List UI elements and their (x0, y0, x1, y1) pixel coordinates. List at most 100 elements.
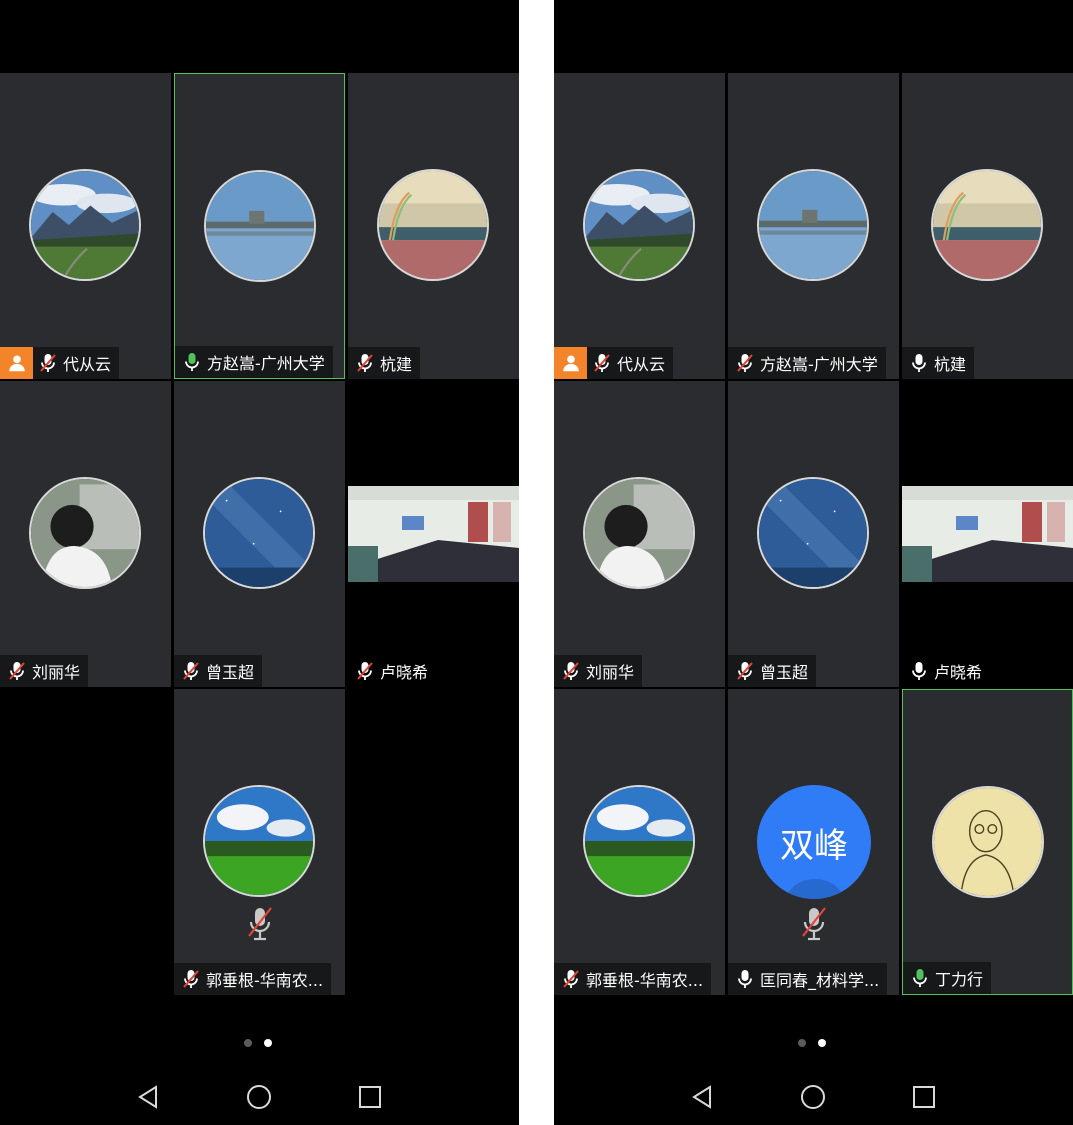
participant-label: 方赵嵩-广州大学 (175, 346, 333, 378)
participant-name: 方赵嵩-广州大学 (207, 354, 325, 373)
participant-label: 卢晓希 (902, 655, 990, 687)
participant-name: 郭垂根-华南农... (586, 971, 704, 990)
participant-tile[interactable]: 刘丽华 (0, 381, 171, 687)
mic-muted-icon (733, 351, 757, 375)
mountain-meadow-avatar (29, 169, 141, 281)
participant-tile[interactable]: 刘丽华 (554, 381, 725, 687)
back-icon[interactable] (134, 1083, 162, 1111)
participant-tile[interactable]: 郭垂根-华南农... (554, 689, 725, 995)
participant-name: 代从云 (617, 355, 666, 374)
participant-tile[interactable]: 卢晓希 (348, 381, 519, 687)
mountain-meadow-avatar (583, 169, 695, 281)
participant-label: 刘丽华 (0, 655, 89, 687)
participant-name: 杭建 (934, 355, 967, 374)
participant-tile[interactable]: 代从云 (554, 73, 725, 379)
mic-muted-icon (5, 659, 29, 683)
home-icon[interactable] (245, 1083, 273, 1111)
lake-reflection-avatar (204, 170, 316, 282)
participant-label: 代从云 (0, 347, 120, 379)
lake-reflection-avatar (757, 169, 869, 281)
participant-tile[interactable]: 双峰 匡同春_材料学... (728, 689, 899, 995)
home-icon[interactable] (799, 1083, 827, 1111)
participant-name: 郭垂根-华南农... (206, 971, 324, 990)
green-park-avatar (583, 785, 695, 897)
participant-label: 刘丽华 (554, 655, 643, 687)
host-badge-icon (0, 347, 33, 379)
participant-name: 代从云 (63, 355, 112, 374)
android-nav-bar (554, 1070, 1073, 1125)
participant-label: 丁力行 (903, 962, 992, 994)
participant-label: 郭垂根-华南农... (174, 963, 332, 995)
participant-tile[interactable]: 杭建 (902, 73, 1073, 379)
participant-tile[interactable]: 曾玉超 (174, 381, 345, 687)
participant-label: 曾玉超 (174, 655, 263, 687)
mic-muted-icon (559, 659, 583, 683)
participant-tile[interactable]: 曾玉超 (728, 381, 899, 687)
back-icon[interactable] (688, 1083, 716, 1111)
rainbow-landscape-avatar (931, 169, 1043, 281)
muted-mic-icon (246, 905, 274, 945)
participant-name: 曾玉超 (760, 663, 809, 682)
mic-icon (907, 659, 931, 683)
recent-apps-icon[interactable] (356, 1083, 384, 1111)
participant-name: 匡同春_材料学... (760, 971, 880, 990)
page-dot-1[interactable] (244, 1039, 252, 1047)
participant-tile[interactable]: 丁力行 (902, 689, 1073, 995)
participant-tile[interactable]: 方赵嵩-广州大学 (728, 73, 899, 379)
rainbow-landscape-avatar (377, 169, 489, 281)
page-dot-2[interactable] (818, 1039, 826, 1047)
participant-grid: 代从云 方赵嵩-广州大学 杭建 刘丽华 (554, 73, 1073, 996)
mic-muted-icon (36, 351, 60, 375)
participant-label: 方赵嵩-广州大学 (728, 347, 886, 379)
sketch-portrait-avatar (932, 786, 1044, 898)
participant-tile[interactable]: 代从云 (0, 73, 171, 379)
avatar-initials: 双峰 (780, 825, 848, 866)
mic-muted-icon (353, 659, 377, 683)
participant-label: 卢晓希 (348, 655, 436, 687)
participant-label: 杭建 (348, 347, 421, 379)
mic-muted-icon (179, 659, 203, 683)
initials-avatar: 双峰 (757, 785, 871, 899)
participant-tile[interactable]: 方赵嵩-广州大学 (174, 73, 345, 379)
participant-name: 方赵嵩-广州大学 (760, 355, 878, 374)
meeting-room-video (902, 486, 1073, 582)
participant-label: 代从云 (554, 347, 674, 379)
participant-name: 曾玉超 (206, 663, 255, 682)
participant-label: 杭建 (902, 347, 975, 379)
participant-tile[interactable]: 郭垂根-华南农... (174, 689, 345, 995)
mic-icon (733, 967, 757, 991)
meeting-screen-right: 代从云 方赵嵩-广州大学 杭建 刘丽华 曾玉超 卢晓希 郭垂根-华南农... 双… (554, 0, 1073, 1125)
meeting-room-video (348, 486, 519, 582)
page-indicator[interactable] (240, 1037, 280, 1049)
participant-name: 杭建 (380, 355, 413, 374)
page-dot-1[interactable] (798, 1039, 806, 1047)
mic-muted-icon (559, 967, 583, 991)
participant-tile[interactable]: 杭建 (348, 73, 519, 379)
mic-muted-icon (733, 659, 757, 683)
participant-label: 匡同春_材料学... (728, 963, 888, 995)
mic-icon (180, 350, 204, 374)
recent-apps-icon[interactable] (910, 1083, 938, 1111)
person-photo-avatar (29, 477, 141, 589)
participant-name: 刘丽华 (32, 663, 81, 682)
page-indicator[interactable] (794, 1037, 834, 1049)
participant-name: 卢晓希 (380, 663, 429, 682)
green-park-avatar (203, 785, 315, 897)
participant-label: 曾玉超 (728, 655, 817, 687)
participant-name: 卢晓希 (934, 663, 983, 682)
starry-sky-avatar (203, 477, 315, 589)
mic-icon (908, 966, 932, 990)
mic-muted-icon (590, 351, 614, 375)
mic-muted-icon (353, 351, 377, 375)
starry-sky-avatar (757, 477, 869, 589)
mic-icon (907, 351, 931, 375)
participant-tile[interactable]: 卢晓希 (902, 381, 1073, 687)
android-nav-bar (0, 1070, 519, 1125)
muted-mic-icon (800, 905, 828, 945)
meeting-screen-left: 代从云 方赵嵩-广州大学 杭建 刘丽华 曾玉超 卢晓希 郭垂根-华南农... (0, 0, 519, 1125)
mic-muted-icon (179, 967, 203, 991)
participant-label: 郭垂根-华南农... (554, 963, 712, 995)
participant-name: 刘丽华 (586, 663, 635, 682)
page-dot-2[interactable] (264, 1039, 272, 1047)
person-photo-avatar (583, 477, 695, 589)
